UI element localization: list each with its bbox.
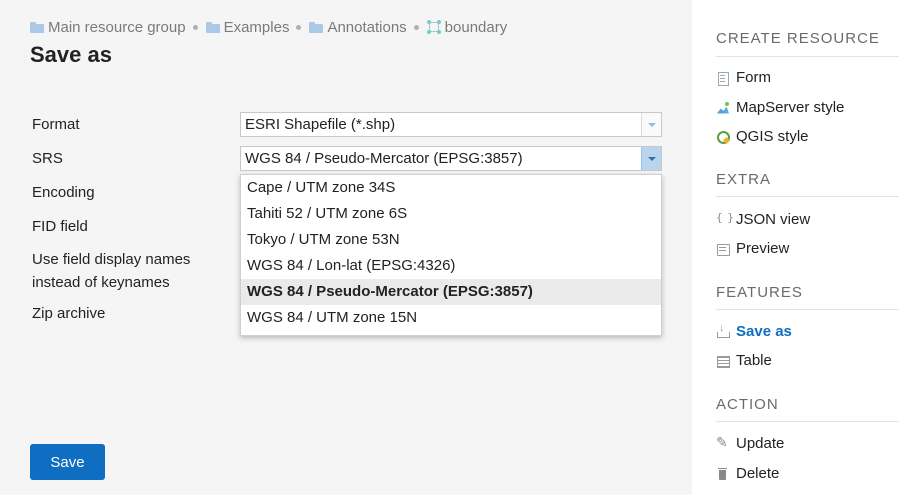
format-select[interactable]: ESRI Shapefile (*.shp): [240, 112, 662, 137]
preview-icon: [716, 242, 730, 256]
trash-icon: [716, 467, 730, 481]
boundary-layer-icon: [426, 20, 441, 34]
srs-label: SRS: [32, 150, 63, 167]
srs-option[interactable]: Cape / UTM zone 34S: [241, 175, 661, 201]
sidebar-item-update[interactable]: Update: [716, 434, 785, 453]
sidebar-item-label: JSON view: [736, 211, 811, 228]
display-names-label-line1: Use field display names: [32, 251, 191, 268]
pencil-icon: [716, 434, 730, 451]
page-title: Save as: [30, 42, 112, 67]
folder-icon: [30, 21, 44, 33]
srs-select[interactable]: WGS 84 / Pseudo-Mercator (EPSG:3857): [240, 146, 662, 171]
breadcrumb-separator: [296, 24, 302, 30]
format-label: Format: [32, 116, 80, 133]
sidebar-item-qgis-style[interactable]: QGIS style: [716, 128, 809, 145]
breadcrumb: Main resource group Examples Annotations…: [30, 17, 507, 37]
breadcrumb-label[interactable]: Examples: [224, 19, 290, 36]
form-icon: [716, 71, 730, 86]
sidebar-item-label: Form: [736, 69, 771, 86]
table-icon: [716, 354, 730, 368]
sidebar-item-table[interactable]: Table: [716, 352, 772, 369]
srs-select-value: WGS 84 / Pseudo-Mercator (EPSG:3857): [245, 150, 523, 167]
divider: [716, 421, 899, 422]
sidebar-item-label: Update: [736, 435, 785, 452]
fid-field-label: FID field: [32, 218, 88, 235]
sidebar-item-delete[interactable]: Delete: [716, 465, 779, 482]
sidebar-item-label: Preview: [736, 240, 790, 257]
divider: [716, 309, 899, 310]
breadcrumb-item-examples[interactable]: Examples: [205, 19, 290, 36]
display-names-label-line2: instead of keynames: [32, 274, 170, 291]
sidebar-item-preview[interactable]: Preview: [716, 240, 789, 257]
chevron-down-icon[interactable]: [641, 113, 661, 136]
folder-icon: [205, 21, 220, 33]
srs-option[interactable]: WGS 84 / UTM zone 15N: [241, 305, 661, 331]
features-heading: Features: [716, 284, 803, 301]
sidebar-item-form[interactable]: Form: [716, 69, 771, 86]
save-icon: [716, 322, 730, 339]
breadcrumb-separator: [192, 24, 198, 30]
encoding-label: Encoding: [32, 184, 95, 201]
zip-archive-label: Zip archive: [32, 305, 106, 322]
action-heading: Action: [716, 396, 779, 413]
srs-dropdown-list: Cape / UTM zone 34S Tahiti 52 / UTM zone…: [240, 174, 662, 336]
divider: [716, 196, 899, 197]
breadcrumb-separator: [413, 24, 419, 30]
display-names-label: Use field display names instead of keyna…: [32, 248, 190, 294]
create-resource-heading: Create resource: [716, 30, 880, 47]
mapserver-icon: [716, 101, 730, 115]
breadcrumb-label[interactable]: Annotations: [327, 19, 406, 36]
json-icon: [716, 211, 733, 227]
sidebar-item-label: Delete: [736, 465, 780, 482]
sidebar-item-label: Save as: [736, 323, 792, 340]
breadcrumb-label[interactable]: Main resource group: [48, 19, 186, 36]
srs-option-selected[interactable]: WGS 84 / Pseudo-Mercator (EPSG:3857): [241, 279, 661, 305]
extra-heading: Extra: [716, 171, 772, 188]
sidebar-item-mapserver-style[interactable]: MapServer style: [716, 99, 844, 116]
breadcrumb-label[interactable]: boundary: [445, 19, 508, 36]
sidebar-item-label: Table: [736, 352, 772, 369]
breadcrumb-item-boundary[interactable]: boundary: [426, 19, 508, 36]
folder-icon: [309, 21, 324, 33]
sidebar-item-json-view[interactable]: JSON view: [716, 211, 811, 229]
sidebar-item-label: QGIS style: [736, 128, 809, 145]
breadcrumb-item-main-resource-group[interactable]: Main resource group: [30, 19, 186, 36]
sidebar-item-label: MapServer style: [736, 99, 845, 116]
sidebar-item-save-as[interactable]: Save as: [716, 322, 792, 340]
breadcrumb-item-annotations[interactable]: Annotations: [309, 19, 407, 36]
srs-option[interactable]: Tahiti 52 / UTM zone 6S: [241, 201, 661, 227]
save-button[interactable]: Save: [30, 444, 105, 480]
format-select-value: ESRI Shapefile (*.shp): [245, 116, 396, 133]
srs-option[interactable]: Tokyo / UTM zone 53N: [241, 227, 661, 253]
divider: [716, 56, 899, 57]
srs-option[interactable]: WGS 84 / Lon-lat (EPSG:4326): [241, 253, 661, 279]
chevron-down-icon[interactable]: [641, 147, 661, 170]
qgis-icon: [716, 130, 730, 144]
